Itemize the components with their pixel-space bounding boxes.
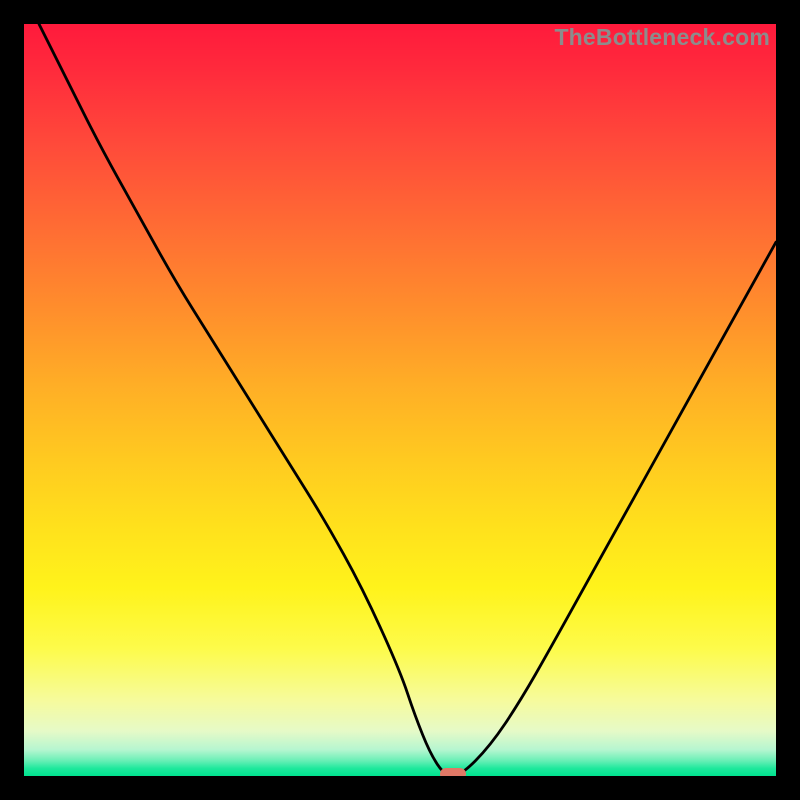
bottleneck-curve: [24, 24, 776, 776]
watermark-text: TheBottleneck.com: [554, 24, 770, 51]
optimal-marker: [440, 768, 466, 776]
plot-area: TheBottleneck.com: [24, 24, 776, 776]
curve-path: [39, 24, 776, 776]
chart-frame: TheBottleneck.com: [0, 0, 800, 800]
